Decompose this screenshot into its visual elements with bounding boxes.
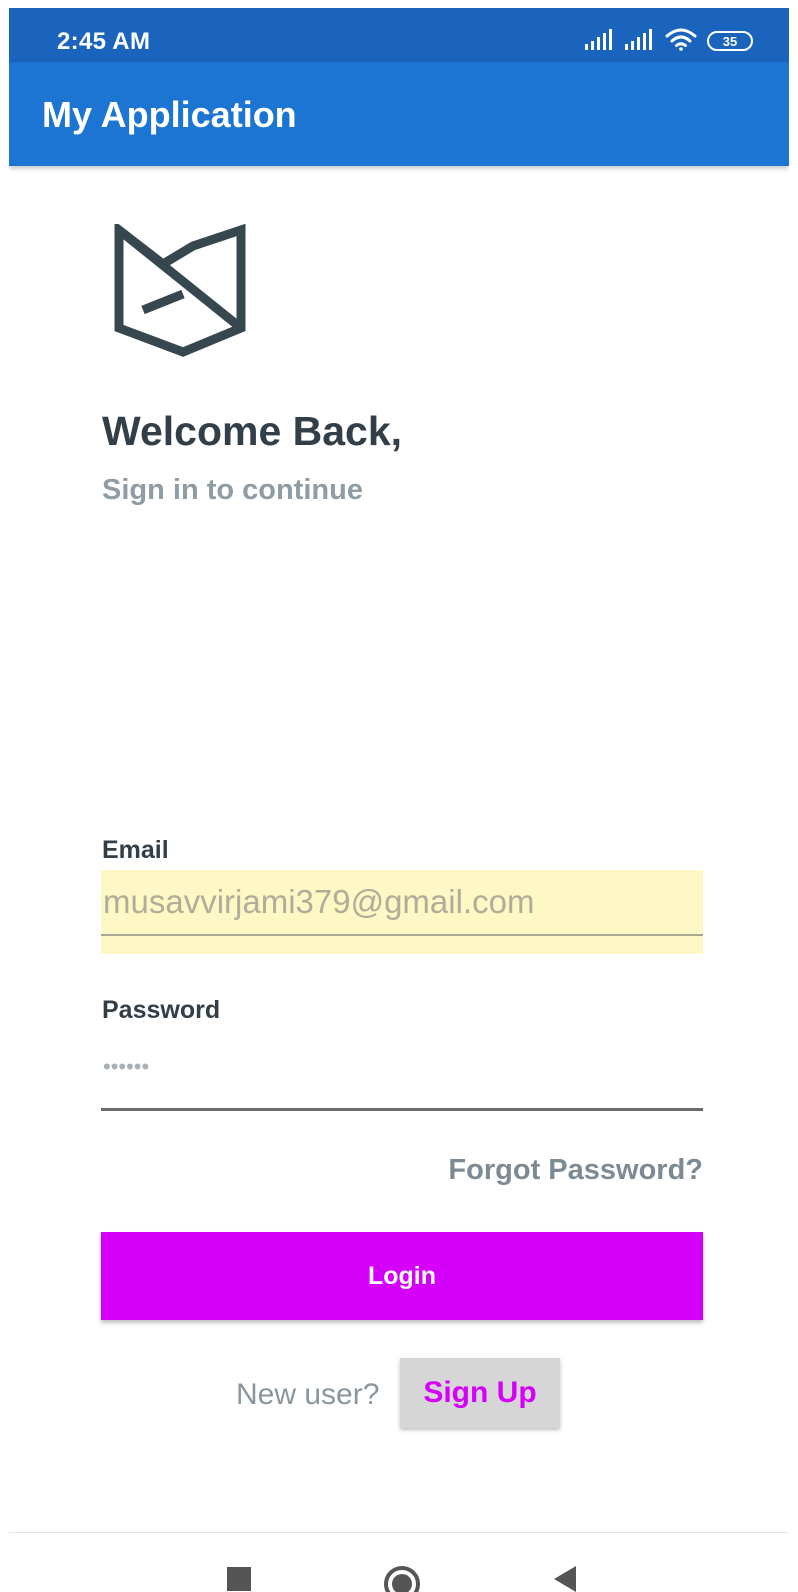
status-bar: 2:45 AM 35 [9,8,789,62]
app-title: My Application [42,94,297,135]
password-field[interactable]: •••••• [103,1054,149,1080]
email-field-container [101,870,703,954]
home-circle-icon[interactable] [380,1562,424,1592]
signal-icon [625,28,655,55]
phone-screen: 2:45 AM 35 My Application Welcome Back, … [9,8,789,1592]
welcome-heading: Welcome Back, [102,408,403,454]
signal-icon [585,28,615,55]
password-label: Password [102,996,221,1024]
login-button[interactable]: Login [101,1232,703,1320]
back-triangle-icon[interactable] [544,1562,588,1592]
nav-divider [9,1532,789,1533]
email-field[interactable] [101,870,703,936]
battery-level: 35 [722,33,738,49]
email-label: Email [102,836,169,864]
password-underline [101,1108,703,1111]
wifi-icon [665,27,697,56]
sign-up-button[interactable]: Sign Up [400,1358,560,1428]
recents-square-icon[interactable] [217,1562,261,1592]
status-icons: 35 [585,26,753,56]
battery-icon: 35 [707,31,753,51]
signin-subtitle: Sign in to continue [102,474,363,506]
fox-logo-icon [113,220,249,360]
forgot-password-link[interactable]: Forgot Password? [448,1154,703,1187]
new-user-text: New user? [236,1378,380,1411]
status-time: 2:45 AM [57,28,151,55]
app-bar: My Application [9,62,789,166]
